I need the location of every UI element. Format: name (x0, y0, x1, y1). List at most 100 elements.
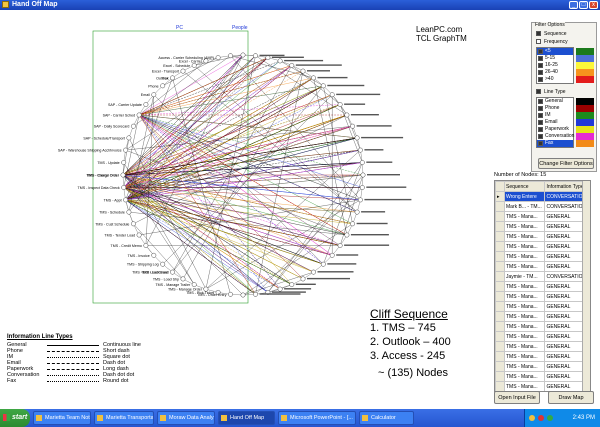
grid-row[interactable]: TMS - Mana...GENERAL (495, 361, 590, 372)
frequency-item[interactable]: <5 (537, 48, 573, 55)
graph-node[interactable] (130, 221, 136, 227)
graph-node[interactable] (180, 68, 186, 74)
line-type-item[interactable]: General (537, 98, 573, 105)
grid-row[interactable]: TMS - Mana...GENERAL (495, 341, 590, 352)
line-type-item[interactable]: IM (537, 112, 573, 119)
taskbar-task-button[interactable]: Microsoft PowerPoint - [... (278, 411, 356, 425)
graph-node[interactable] (191, 62, 197, 68)
graph-node[interactable] (160, 83, 166, 89)
grid-row[interactable]: TMS - Mana...GENERAL (495, 261, 590, 272)
grid-row[interactable]: TMS - Mana...GENERAL (495, 351, 590, 362)
graph-node[interactable] (344, 232, 350, 238)
grid-row[interactable]: TMS - Mana...GENERAL (495, 251, 590, 262)
graph-node[interactable] (311, 75, 316, 81)
graph-node[interactable] (170, 75, 175, 81)
graph-node[interactable] (277, 286, 283, 292)
line-type-item[interactable]: Paperwork (537, 126, 573, 133)
graph-node[interactable] (300, 276, 306, 282)
line-type-item[interactable]: Email (537, 119, 573, 126)
hand-off-map-graph[interactable]: PC People TMS - Order EntryTMS - Pick Ti… (0, 10, 420, 325)
graph-node[interactable] (354, 135, 360, 141)
frequency-item[interactable]: 5-15 (537, 55, 573, 62)
change-filter-options-button[interactable]: Change Filter Options (538, 158, 594, 169)
graph-node[interactable] (289, 282, 295, 288)
graph-node[interactable] (228, 53, 233, 59)
graph-node[interactable] (228, 291, 233, 297)
grid-row[interactable]: TMS - Mana...GENERAL (495, 371, 590, 382)
graph-node[interactable] (126, 135, 132, 141)
graph-node[interactable] (240, 52, 246, 58)
graph-node[interactable] (320, 83, 326, 89)
graph-node[interactable] (130, 123, 136, 129)
draw-map-button[interactable]: Draw Map (548, 391, 594, 404)
line-type-item[interactable]: Conversation (537, 133, 574, 140)
sequence-grid[interactable]: Sequence Information Type ▸ Wrong Entere CO… (494, 180, 591, 392)
graph-node[interactable] (191, 282, 197, 288)
graph-node[interactable] (123, 147, 129, 153)
grid-row[interactable]: TMS - Mana...GENERAL (495, 241, 590, 252)
graph-node[interactable] (320, 261, 326, 267)
graph-node[interactable] (143, 243, 149, 248)
graph-node[interactable] (123, 197, 129, 203)
graph-node[interactable] (311, 269, 316, 275)
grid-row[interactable]: TMS - Mana...GENERAL (495, 321, 590, 332)
taskbar-task-button[interactable]: Marietta Team Notes (33, 411, 91, 425)
frequency-item[interactable]: 26-40 (537, 69, 573, 76)
grid-row[interactable]: TMS - Mana...GENERAL (495, 331, 590, 342)
grid-row[interactable]: Jaymie - TM... CONVERSATION (495, 271, 590, 282)
open-input-file-button[interactable]: Open Input File (494, 391, 540, 404)
graph-node[interactable] (360, 172, 366, 178)
grid-row[interactable]: TMS - Mana...GENERAL (495, 221, 590, 232)
graph-node[interactable] (300, 68, 306, 74)
minimize-button[interactable]: _ (569, 1, 578, 9)
graph-node[interactable] (357, 147, 363, 153)
graph-node[interactable] (357, 197, 363, 203)
graph-node[interactable] (143, 102, 149, 107)
graph-node[interactable] (136, 232, 142, 238)
taskbar-task-button[interactable]: Moraw Data Analysis (1.xls (157, 411, 215, 425)
grid-row[interactable]: TMS - Mana...GENERAL (495, 381, 590, 391)
graph-node[interactable] (337, 102, 343, 107)
taskbar-task-button[interactable]: Marietta Transportation ... (94, 411, 154, 425)
graph-node[interactable] (215, 55, 221, 61)
start-button[interactable]: start (0, 409, 30, 427)
graph-node[interactable] (253, 291, 258, 297)
line-type-list[interactable]: General Phone IM Email Paperwork Convers… (536, 97, 574, 148)
line-type-item[interactable]: Phone (537, 105, 573, 112)
grid-row[interactable]: Mark B... - TM... CONVERSATION (495, 201, 590, 212)
frequency-item[interactable]: 16-25 (537, 62, 573, 69)
graph-node[interactable] (151, 92, 157, 98)
frequency-item[interactable]: >40 (537, 76, 573, 83)
graph-node[interactable] (289, 62, 295, 68)
grid-row[interactable]: TMS - Mana...GENERAL (495, 291, 590, 302)
graph-node[interactable] (240, 292, 246, 298)
taskbar-task-button[interactable]: Calculator (359, 411, 414, 425)
graph-node[interactable] (277, 58, 283, 64)
frequency-checkbox[interactable] (536, 39, 541, 44)
line-type-checkbox[interactable] (536, 89, 541, 94)
grid-row[interactable]: TMS - Mana...GENERAL (495, 281, 590, 292)
graph-node[interactable] (151, 252, 157, 258)
graph-node[interactable] (120, 172, 126, 178)
graph-node[interactable] (121, 160, 127, 165)
grid-row[interactable]: TMS - Mana...GENERAL (495, 311, 590, 322)
line-type-item[interactable]: Fax (537, 140, 573, 147)
graph-node[interactable] (350, 221, 356, 227)
graph-node[interactable] (350, 123, 356, 129)
graph-node[interactable] (170, 269, 175, 275)
graph-node[interactable] (253, 53, 258, 59)
graph-node[interactable] (160, 261, 166, 267)
maximize-button[interactable]: □ (579, 1, 588, 9)
graph-node[interactable] (344, 112, 350, 118)
frequency-list[interactable]: <5 5-15 16-25 26-40 >40 (536, 47, 574, 84)
graph-node[interactable] (329, 92, 335, 98)
sequence-checkbox[interactable] (536, 31, 541, 36)
grid-row[interactable]: TMS - Mana...GENERAL (495, 211, 590, 222)
graph-node[interactable] (337, 243, 343, 248)
graph-node[interactable] (121, 185, 127, 190)
graph-node[interactable] (359, 185, 365, 190)
grid-row[interactable]: TMS - Mana...GENERAL (495, 301, 590, 312)
taskbar-task-button[interactable]: Hand Off Map (218, 411, 275, 425)
graph-node[interactable] (126, 209, 132, 215)
graph-node[interactable] (354, 209, 360, 215)
